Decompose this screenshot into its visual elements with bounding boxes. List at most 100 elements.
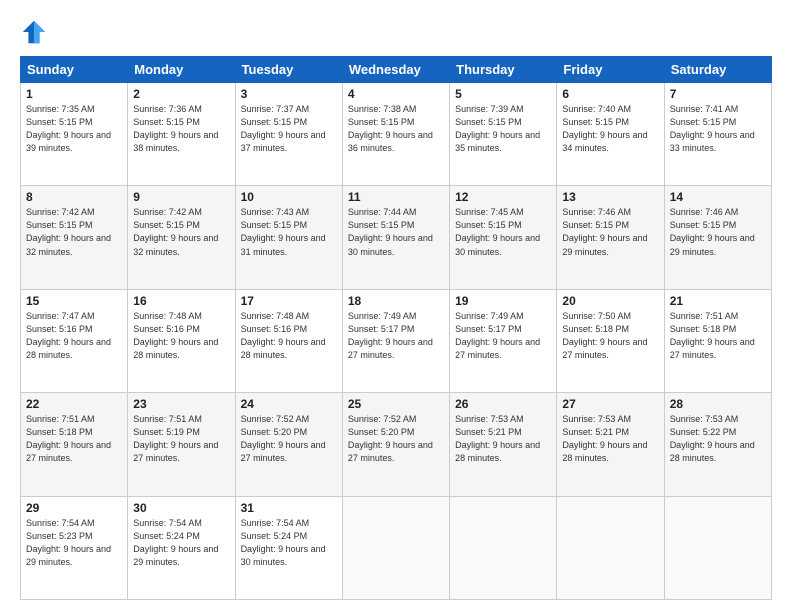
calendar-week-row: 29 Sunrise: 7:54 AMSunset: 5:23 PMDaylig… [21, 496, 772, 599]
calendar-week-row: 8 Sunrise: 7:42 AMSunset: 5:15 PMDayligh… [21, 186, 772, 289]
day-number: 2 [133, 87, 229, 101]
calendar-cell: 28 Sunrise: 7:53 AMSunset: 5:22 PMDaylig… [664, 393, 771, 496]
logo [20, 18, 52, 46]
header [20, 18, 772, 46]
calendar-cell: 7 Sunrise: 7:41 AMSunset: 5:15 PMDayligh… [664, 83, 771, 186]
day-content: Sunrise: 7:48 AMSunset: 5:16 PMDaylight:… [133, 310, 229, 362]
day-content: Sunrise: 7:53 AMSunset: 5:21 PMDaylight:… [455, 413, 551, 465]
day-number: 3 [241, 87, 337, 101]
day-number: 19 [455, 294, 551, 308]
calendar-header-row: SundayMondayTuesdayWednesdayThursdayFrid… [21, 57, 772, 83]
calendar-cell: 27 Sunrise: 7:53 AMSunset: 5:21 PMDaylig… [557, 393, 664, 496]
day-content: Sunrise: 7:53 AMSunset: 5:22 PMDaylight:… [670, 413, 766, 465]
calendar-cell: 21 Sunrise: 7:51 AMSunset: 5:18 PMDaylig… [664, 289, 771, 392]
day-number: 10 [241, 190, 337, 204]
calendar-cell: 26 Sunrise: 7:53 AMSunset: 5:21 PMDaylig… [450, 393, 557, 496]
calendar-cell: 15 Sunrise: 7:47 AMSunset: 5:16 PMDaylig… [21, 289, 128, 392]
calendar-cell: 25 Sunrise: 7:52 AMSunset: 5:20 PMDaylig… [342, 393, 449, 496]
day-number: 23 [133, 397, 229, 411]
day-content: Sunrise: 7:49 AMSunset: 5:17 PMDaylight:… [455, 310, 551, 362]
day-number: 11 [348, 190, 444, 204]
day-content: Sunrise: 7:43 AMSunset: 5:15 PMDaylight:… [241, 206, 337, 258]
calendar-header-cell: Wednesday [342, 57, 449, 83]
calendar-cell: 16 Sunrise: 7:48 AMSunset: 5:16 PMDaylig… [128, 289, 235, 392]
day-content: Sunrise: 7:45 AMSunset: 5:15 PMDaylight:… [455, 206, 551, 258]
day-number: 30 [133, 501, 229, 515]
calendar-cell: 22 Sunrise: 7:51 AMSunset: 5:18 PMDaylig… [21, 393, 128, 496]
day-content: Sunrise: 7:39 AMSunset: 5:15 PMDaylight:… [455, 103, 551, 155]
calendar-header-cell: Friday [557, 57, 664, 83]
day-content: Sunrise: 7:47 AMSunset: 5:16 PMDaylight:… [26, 310, 122, 362]
day-number: 17 [241, 294, 337, 308]
day-number: 7 [670, 87, 766, 101]
calendar-cell: 8 Sunrise: 7:42 AMSunset: 5:15 PMDayligh… [21, 186, 128, 289]
day-content: Sunrise: 7:51 AMSunset: 5:18 PMDaylight:… [670, 310, 766, 362]
day-number: 25 [348, 397, 444, 411]
day-content: Sunrise: 7:38 AMSunset: 5:15 PMDaylight:… [348, 103, 444, 155]
calendar-cell: 6 Sunrise: 7:40 AMSunset: 5:15 PMDayligh… [557, 83, 664, 186]
day-content: Sunrise: 7:53 AMSunset: 5:21 PMDaylight:… [562, 413, 658, 465]
day-content: Sunrise: 7:42 AMSunset: 5:15 PMDaylight:… [26, 206, 122, 258]
day-number: 27 [562, 397, 658, 411]
calendar-header-cell: Tuesday [235, 57, 342, 83]
calendar-cell: 23 Sunrise: 7:51 AMSunset: 5:19 PMDaylig… [128, 393, 235, 496]
day-number: 28 [670, 397, 766, 411]
calendar-week-row: 22 Sunrise: 7:51 AMSunset: 5:18 PMDaylig… [21, 393, 772, 496]
calendar-cell: 3 Sunrise: 7:37 AMSunset: 5:15 PMDayligh… [235, 83, 342, 186]
day-content: Sunrise: 7:46 AMSunset: 5:15 PMDaylight:… [562, 206, 658, 258]
day-content: Sunrise: 7:54 AMSunset: 5:23 PMDaylight:… [26, 517, 122, 569]
day-content: Sunrise: 7:48 AMSunset: 5:16 PMDaylight:… [241, 310, 337, 362]
day-number: 22 [26, 397, 122, 411]
day-number: 20 [562, 294, 658, 308]
day-content: Sunrise: 7:46 AMSunset: 5:15 PMDaylight:… [670, 206, 766, 258]
calendar-header-cell: Saturday [664, 57, 771, 83]
day-number: 8 [26, 190, 122, 204]
day-content: Sunrise: 7:44 AMSunset: 5:15 PMDaylight:… [348, 206, 444, 258]
calendar-cell: 12 Sunrise: 7:45 AMSunset: 5:15 PMDaylig… [450, 186, 557, 289]
day-content: Sunrise: 7:52 AMSunset: 5:20 PMDaylight:… [241, 413, 337, 465]
day-content: Sunrise: 7:51 AMSunset: 5:19 PMDaylight:… [133, 413, 229, 465]
calendar-header-cell: Thursday [450, 57, 557, 83]
day-number: 21 [670, 294, 766, 308]
day-content: Sunrise: 7:54 AMSunset: 5:24 PMDaylight:… [133, 517, 229, 569]
calendar-cell [342, 496, 449, 599]
calendar-cell: 24 Sunrise: 7:52 AMSunset: 5:20 PMDaylig… [235, 393, 342, 496]
day-number: 5 [455, 87, 551, 101]
logo-icon [20, 18, 48, 46]
day-number: 13 [562, 190, 658, 204]
day-content: Sunrise: 7:42 AMSunset: 5:15 PMDaylight:… [133, 206, 229, 258]
calendar-cell: 14 Sunrise: 7:46 AMSunset: 5:15 PMDaylig… [664, 186, 771, 289]
calendar-header-cell: Monday [128, 57, 235, 83]
day-content: Sunrise: 7:49 AMSunset: 5:17 PMDaylight:… [348, 310, 444, 362]
day-number: 31 [241, 501, 337, 515]
calendar-cell: 18 Sunrise: 7:49 AMSunset: 5:17 PMDaylig… [342, 289, 449, 392]
calendar-cell: 11 Sunrise: 7:44 AMSunset: 5:15 PMDaylig… [342, 186, 449, 289]
day-number: 1 [26, 87, 122, 101]
day-content: Sunrise: 7:51 AMSunset: 5:18 PMDaylight:… [26, 413, 122, 465]
calendar-week-row: 1 Sunrise: 7:35 AMSunset: 5:15 PMDayligh… [21, 83, 772, 186]
day-content: Sunrise: 7:50 AMSunset: 5:18 PMDaylight:… [562, 310, 658, 362]
calendar-cell: 13 Sunrise: 7:46 AMSunset: 5:15 PMDaylig… [557, 186, 664, 289]
calendar-cell: 31 Sunrise: 7:54 AMSunset: 5:24 PMDaylig… [235, 496, 342, 599]
day-number: 18 [348, 294, 444, 308]
calendar-cell: 20 Sunrise: 7:50 AMSunset: 5:18 PMDaylig… [557, 289, 664, 392]
calendar-cell: 2 Sunrise: 7:36 AMSunset: 5:15 PMDayligh… [128, 83, 235, 186]
day-content: Sunrise: 7:35 AMSunset: 5:15 PMDaylight:… [26, 103, 122, 155]
calendar-week-row: 15 Sunrise: 7:47 AMSunset: 5:16 PMDaylig… [21, 289, 772, 392]
page: SundayMondayTuesdayWednesdayThursdayFrid… [0, 0, 792, 612]
calendar-cell: 4 Sunrise: 7:38 AMSunset: 5:15 PMDayligh… [342, 83, 449, 186]
calendar-cell: 30 Sunrise: 7:54 AMSunset: 5:24 PMDaylig… [128, 496, 235, 599]
calendar-cell [557, 496, 664, 599]
day-number: 16 [133, 294, 229, 308]
day-number: 14 [670, 190, 766, 204]
calendar-cell: 5 Sunrise: 7:39 AMSunset: 5:15 PMDayligh… [450, 83, 557, 186]
day-number: 26 [455, 397, 551, 411]
calendar-cell [664, 496, 771, 599]
day-number: 6 [562, 87, 658, 101]
calendar-cell: 19 Sunrise: 7:49 AMSunset: 5:17 PMDaylig… [450, 289, 557, 392]
day-content: Sunrise: 7:40 AMSunset: 5:15 PMDaylight:… [562, 103, 658, 155]
day-content: Sunrise: 7:37 AMSunset: 5:15 PMDaylight:… [241, 103, 337, 155]
day-number: 24 [241, 397, 337, 411]
calendar-header-cell: Sunday [21, 57, 128, 83]
calendar-table: SundayMondayTuesdayWednesdayThursdayFrid… [20, 56, 772, 600]
